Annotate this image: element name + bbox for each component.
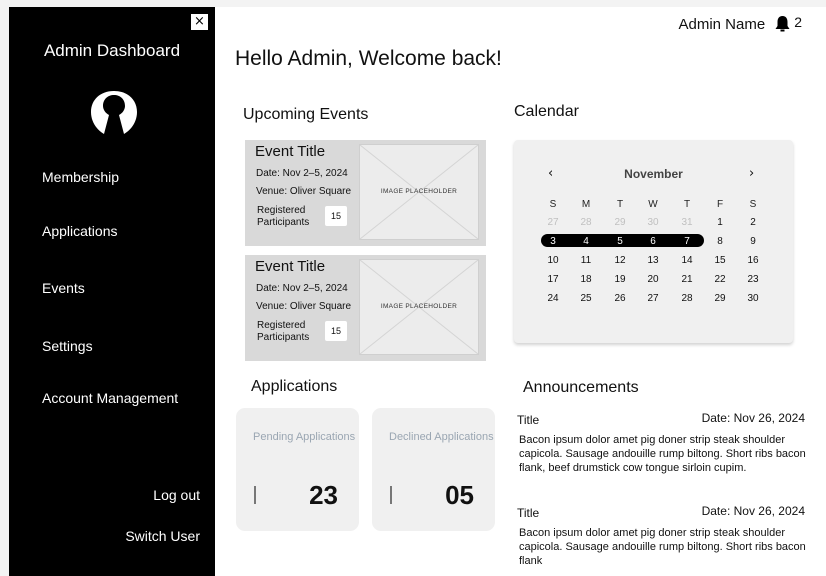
- event-card[interactable]: Event Title Date: Nov 2–5, 2024 Venue: O…: [245, 255, 486, 361]
- weekday-header: W: [648, 199, 658, 210]
- calendar-day[interactable]: 15: [710, 255, 730, 266]
- announcement-body: Bacon ipsum dolor amet pig doner strip s…: [519, 527, 806, 567]
- calendar-day[interactable]: 19: [610, 274, 630, 285]
- nav-item-membership[interactable]: Membership: [42, 169, 119, 185]
- calendar-day[interactable]: 4: [576, 236, 596, 247]
- main-content: Admin Name 2 Hello Admin, Welcome back! …: [215, 7, 826, 576]
- calendar-day[interactable]: 28: [677, 293, 697, 304]
- event-image-placeholder: IMAGE PLACEHOLDER: [359, 259, 479, 355]
- weekday-header: S: [549, 199, 557, 210]
- calendar-day[interactable]: 27: [643, 293, 663, 304]
- calendar-day[interactable]: 6: [643, 236, 663, 247]
- page-title: Hello Admin, Welcome back!: [235, 47, 502, 70]
- pending-applications-count: 23: [309, 480, 338, 510]
- declined-applications-card[interactable]: Declined Applications 05: [372, 408, 495, 531]
- nav-item-settings[interactable]: Settings: [42, 338, 93, 354]
- weekday-header: F: [716, 199, 724, 210]
- weekday-header: T: [683, 199, 691, 210]
- calendar-day[interactable]: 3: [543, 236, 563, 247]
- event-title: Event Title: [255, 258, 326, 275]
- pending-applications-card[interactable]: Pending Applications 23: [236, 408, 359, 531]
- calendar-day[interactable]: 13: [643, 255, 663, 266]
- event-title: Event Title: [255, 143, 326, 160]
- calendar-day[interactable]: 18: [576, 274, 596, 285]
- calendar-day[interactable]: 25: [576, 293, 596, 304]
- calendar-day[interactable]: 24: [543, 293, 563, 304]
- registered-count: 15: [325, 321, 347, 341]
- sidebar-title: Admin Dashboard: [43, 41, 181, 60]
- image-placeholder-label: IMAGE PLACEHOLDER: [380, 188, 458, 195]
- calendar-day[interactable]: 29: [610, 217, 630, 228]
- calendar-day[interactable]: 28: [576, 217, 596, 228]
- admin-name[interactable]: Admin Name: [679, 16, 766, 33]
- calendar-day[interactable]: 16: [743, 255, 763, 266]
- announcement-date: Date: Nov 26, 2024: [701, 504, 805, 518]
- calendar-day[interactable]: 23: [743, 274, 763, 285]
- event-date: Date: Nov 2–5, 2024: [256, 168, 348, 179]
- user-logo-icon: [91, 91, 137, 134]
- declined-applications-count: 05: [445, 480, 474, 510]
- calendar-day[interactable]: 5: [610, 236, 630, 247]
- switch-user-button[interactable]: Switch User: [125, 528, 200, 544]
- registered-label: Registered Participants: [257, 320, 310, 343]
- divider: [254, 486, 256, 504]
- calendar-day[interactable]: 20: [643, 274, 663, 285]
- calendar-day[interactable]: 14: [677, 255, 697, 266]
- registered-count: 15: [325, 206, 347, 226]
- declined-applications-label: Declined Applications: [389, 431, 494, 443]
- close-sidebar-button[interactable]: ×: [191, 14, 208, 30]
- calendar-day[interactable]: 26: [610, 293, 630, 304]
- registered-label: Registered Participants: [257, 205, 310, 228]
- calendar-section-title: Calendar: [514, 103, 579, 120]
- applications-section-title: Applications: [251, 378, 338, 395]
- calendar-day[interactable]: 12: [610, 255, 630, 266]
- calendar-day[interactable]: 2: [743, 217, 763, 228]
- announcement-date: Date: Nov 26, 2024: [701, 411, 805, 425]
- top-bar: Admin Name 2: [679, 13, 803, 34]
- weekday-header: S: [749, 199, 757, 210]
- logout-button[interactable]: Log out: [153, 487, 200, 503]
- bell-icon[interactable]: [774, 15, 791, 32]
- event-venue: Venue: Oliver Square: [256, 186, 352, 197]
- announcement-body: Bacon ipsum dolor amet pig doner strip s…: [519, 434, 806, 474]
- calendar-day[interactable]: 10: [543, 255, 563, 266]
- nav-item-applications[interactable]: Applications: [42, 223, 118, 239]
- calendar-day[interactable]: 21: [677, 274, 697, 285]
- calendar-day[interactable]: 31: [677, 217, 697, 228]
- nav-item-account-management[interactable]: Account Management: [42, 390, 178, 406]
- calendar-day[interactable]: 29: [710, 293, 730, 304]
- weekday-header: M: [581, 199, 591, 210]
- image-placeholder-label: IMAGE PLACEHOLDER: [380, 303, 458, 310]
- calendar-day[interactable]: 22: [710, 274, 730, 285]
- event-date: Date: Nov 2–5, 2024: [256, 283, 348, 294]
- announcement-title: Title: [517, 413, 540, 427]
- calendar-day[interactable]: 30: [743, 293, 763, 304]
- event-card[interactable]: Event Title Date: Nov 2–5, 2024 Venue: O…: [245, 140, 486, 246]
- announcements-section-title: Announcements: [523, 379, 639, 396]
- calendar-next-button[interactable]: ›: [749, 166, 754, 181]
- notification-count: 2: [794, 13, 802, 30]
- sidebar: × Admin Dashboard Membership Application…: [9, 7, 215, 576]
- calendar-day[interactable]: 30: [643, 217, 663, 228]
- pending-applications-label: Pending Applications: [253, 431, 356, 443]
- calendar-day[interactable]: 9: [743, 236, 763, 247]
- events-section-title: Upcoming Events: [243, 106, 369, 123]
- event-image-placeholder: IMAGE PLACEHOLDER: [359, 144, 479, 240]
- calendar-day[interactable]: 27: [543, 217, 563, 228]
- nav-item-events[interactable]: Events: [42, 280, 85, 296]
- divider: [390, 486, 392, 504]
- announcement-title: Title: [517, 506, 540, 520]
- event-venue: Venue: Oliver Square: [256, 301, 352, 312]
- calendar-day[interactable]: 11: [576, 255, 596, 266]
- calendar-day[interactable]: 17: [543, 274, 563, 285]
- weekday-header: T: [616, 199, 624, 210]
- calendar-day[interactable]: 8: [710, 236, 730, 247]
- calendar-day[interactable]: 7: [677, 236, 697, 247]
- calendar-widget: ‹ November › S M T W T F S 27 28 29 30 31 1 2 3 4 5 6 7 8 9 1…: [514, 140, 793, 343]
- calendar-day[interactable]: 1: [710, 217, 730, 228]
